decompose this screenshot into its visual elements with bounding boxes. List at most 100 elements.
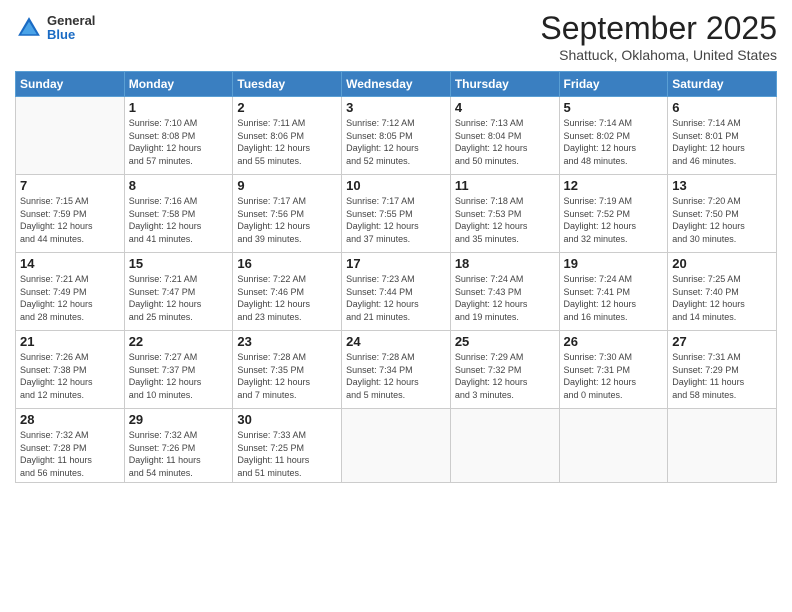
day-info: Sunrise: 7:14 AM Sunset: 8:01 PM Dayligh… (672, 117, 772, 167)
calendar-cell: 5 Sunrise: 7:14 AM Sunset: 8:02 PM Daylig… (559, 97, 668, 175)
logo: General Blue (15, 14, 95, 43)
day-number: 2 (237, 100, 337, 115)
weekday-header-saturday: Saturday (668, 72, 777, 97)
day-info: Sunrise: 7:25 AM Sunset: 7:40 PM Dayligh… (672, 273, 772, 323)
day-number: 29 (129, 412, 229, 427)
logo-general: General (47, 14, 95, 28)
calendar-cell: 18 Sunrise: 7:24 AM Sunset: 7:43 PM Dayli… (450, 253, 559, 331)
day-number: 17 (346, 256, 446, 271)
day-number: 12 (564, 178, 664, 193)
day-info: Sunrise: 7:14 AM Sunset: 8:02 PM Dayligh… (564, 117, 664, 167)
day-number: 21 (20, 334, 120, 349)
calendar-cell: 21 Sunrise: 7:26 AM Sunset: 7:38 PM Dayli… (16, 331, 125, 409)
logo-blue: Blue (47, 28, 95, 42)
day-number: 6 (672, 100, 772, 115)
calendar-cell: 15Sunrise: 7:21 AM Sunset: 7:47 PM Dayli… (124, 253, 233, 331)
calendar-cell: 27 Sunrise: 7:31 AM Sunset: 7:29 PM Dayli… (668, 331, 777, 409)
day-number: 30 (237, 412, 337, 427)
header: General Blue September 2025 Shattuck, Ok… (15, 10, 777, 63)
day-number: 9 (237, 178, 337, 193)
week-row-4: 21 Sunrise: 7:26 AM Sunset: 7:38 PM Dayli… (16, 331, 777, 409)
day-number: 27 (672, 334, 772, 349)
day-info: Sunrise: 7:23 AM Sunset: 7:44 PM Dayligh… (346, 273, 446, 323)
calendar-cell: 26 Sunrise: 7:30 AM Sunset: 7:31 PM Dayli… (559, 331, 668, 409)
day-number: 11 (455, 178, 555, 193)
day-info: Sunrise: 7:24 AM Sunset: 7:41 PM Dayligh… (564, 273, 664, 323)
day-info: Sunrise: 7:18 AM Sunset: 7:53 PM Dayligh… (455, 195, 555, 245)
day-info: Sunrise: 7:15 AM Sunset: 7:59 PM Dayligh… (20, 195, 120, 245)
day-info: Sunrise: 7:20 AM Sunset: 7:50 PM Dayligh… (672, 195, 772, 245)
weekday-header-friday: Friday (559, 72, 668, 97)
day-info: Sunrise: 7:31 AM Sunset: 7:29 PM Dayligh… (672, 351, 772, 401)
day-number: 25 (455, 334, 555, 349)
weekday-header-thursday: Thursday (450, 72, 559, 97)
calendar-cell: 10 Sunrise: 7:17 AM Sunset: 7:55 PM Dayli… (342, 175, 451, 253)
calendar-cell: 2 Sunrise: 7:11 AM Sunset: 8:06 PM Daylig… (233, 97, 342, 175)
calendar-cell: 22 Sunrise: 7:27 AM Sunset: 7:37 PM Dayli… (124, 331, 233, 409)
weekday-header-wednesday: Wednesday (342, 72, 451, 97)
day-info: Sunrise: 7:26 AM Sunset: 7:38 PM Dayligh… (20, 351, 120, 401)
day-number: 22 (129, 334, 229, 349)
day-info: Sunrise: 7:30 AM Sunset: 7:31 PM Dayligh… (564, 351, 664, 401)
day-info: Sunrise: 7:32 AM Sunset: 7:26 PM Dayligh… (129, 429, 229, 479)
calendar-cell: 29 Sunrise: 7:32 AM Sunset: 7:26 PM Dayli… (124, 409, 233, 483)
calendar-cell: 4 Sunrise: 7:13 AM Sunset: 8:04 PM Daylig… (450, 97, 559, 175)
week-row-5: 28 Sunrise: 7:32 AM Sunset: 7:28 PM Dayli… (16, 409, 777, 483)
day-info: Sunrise: 7:11 AM Sunset: 8:06 PM Dayligh… (237, 117, 337, 167)
calendar-cell: 7 Sunrise: 7:15 AM Sunset: 7:59 PM Daylig… (16, 175, 125, 253)
day-info: Sunrise: 7:22 AM Sunset: 7:46 PM Dayligh… (237, 273, 337, 323)
calendar-cell: 30Sunrise: 7:33 AM Sunset: 7:25 PM Dayli… (233, 409, 342, 483)
calendar-cell: 17 Sunrise: 7:23 AM Sunset: 7:44 PM Dayli… (342, 253, 451, 331)
day-number: 13 (672, 178, 772, 193)
calendar-cell: 14 Sunrise: 7:21 AM Sunset: 7:49 PM Dayli… (16, 253, 125, 331)
calendar-cell: 9Sunrise: 7:17 AM Sunset: 7:56 PM Daylig… (233, 175, 342, 253)
calendar-cell: 16 Sunrise: 7:22 AM Sunset: 7:46 PM Dayli… (233, 253, 342, 331)
day-info: Sunrise: 7:21 AM Sunset: 7:49 PM Dayligh… (20, 273, 120, 323)
day-number: 28 (20, 412, 120, 427)
calendar-table: SundayMondayTuesdayWednesdayThursdayFrid… (15, 71, 777, 483)
calendar-cell (16, 97, 125, 175)
day-info: Sunrise: 7:27 AM Sunset: 7:37 PM Dayligh… (129, 351, 229, 401)
weekday-header-sunday: Sunday (16, 72, 125, 97)
day-number: 7 (20, 178, 120, 193)
day-number: 5 (564, 100, 664, 115)
calendar-cell: 19Sunrise: 7:24 AM Sunset: 7:41 PM Dayli… (559, 253, 668, 331)
title-block: September 2025 Shattuck, Oklahoma, Unite… (540, 10, 777, 63)
day-info: Sunrise: 7:28 AM Sunset: 7:35 PM Dayligh… (237, 351, 337, 401)
day-info: Sunrise: 7:12 AM Sunset: 8:05 PM Dayligh… (346, 117, 446, 167)
calendar-cell (342, 409, 451, 483)
weekday-header-row: SundayMondayTuesdayWednesdayThursdayFrid… (16, 72, 777, 97)
month-title: September 2025 (540, 10, 777, 47)
calendar-cell: 28 Sunrise: 7:32 AM Sunset: 7:28 PM Dayli… (16, 409, 125, 483)
logo-text: General Blue (47, 14, 95, 43)
day-number: 3 (346, 100, 446, 115)
day-number: 8 (129, 178, 229, 193)
day-number: 18 (455, 256, 555, 271)
day-number: 16 (237, 256, 337, 271)
day-info: Sunrise: 7:17 AM Sunset: 7:55 PM Dayligh… (346, 195, 446, 245)
logo-icon (15, 14, 43, 42)
weekday-header-tuesday: Tuesday (233, 72, 342, 97)
calendar-cell (668, 409, 777, 483)
day-number: 14 (20, 256, 120, 271)
day-number: 26 (564, 334, 664, 349)
calendar-cell: 25Sunrise: 7:29 AM Sunset: 7:32 PM Dayli… (450, 331, 559, 409)
week-row-3: 14 Sunrise: 7:21 AM Sunset: 7:49 PM Dayli… (16, 253, 777, 331)
day-info: Sunrise: 7:32 AM Sunset: 7:28 PM Dayligh… (20, 429, 120, 479)
day-number: 15 (129, 256, 229, 271)
calendar-cell: 20Sunrise: 7:25 AM Sunset: 7:40 PM Dayli… (668, 253, 777, 331)
day-info: Sunrise: 7:19 AM Sunset: 7:52 PM Dayligh… (564, 195, 664, 245)
calendar-cell: 23Sunrise: 7:28 AM Sunset: 7:35 PM Dayli… (233, 331, 342, 409)
day-number: 10 (346, 178, 446, 193)
day-info: Sunrise: 7:13 AM Sunset: 8:04 PM Dayligh… (455, 117, 555, 167)
day-number: 4 (455, 100, 555, 115)
calendar-cell: 24Sunrise: 7:28 AM Sunset: 7:34 PM Dayli… (342, 331, 451, 409)
calendar-cell: 1Sunrise: 7:10 AM Sunset: 8:08 PM Daylig… (124, 97, 233, 175)
week-row-2: 7 Sunrise: 7:15 AM Sunset: 7:59 PM Daylig… (16, 175, 777, 253)
day-number: 24 (346, 334, 446, 349)
calendar-cell: 13 Sunrise: 7:20 AM Sunset: 7:50 PM Dayli… (668, 175, 777, 253)
week-row-1: 1Sunrise: 7:10 AM Sunset: 8:08 PM Daylig… (16, 97, 777, 175)
day-number: 1 (129, 100, 229, 115)
day-info: Sunrise: 7:16 AM Sunset: 7:58 PM Dayligh… (129, 195, 229, 245)
day-info: Sunrise: 7:24 AM Sunset: 7:43 PM Dayligh… (455, 273, 555, 323)
